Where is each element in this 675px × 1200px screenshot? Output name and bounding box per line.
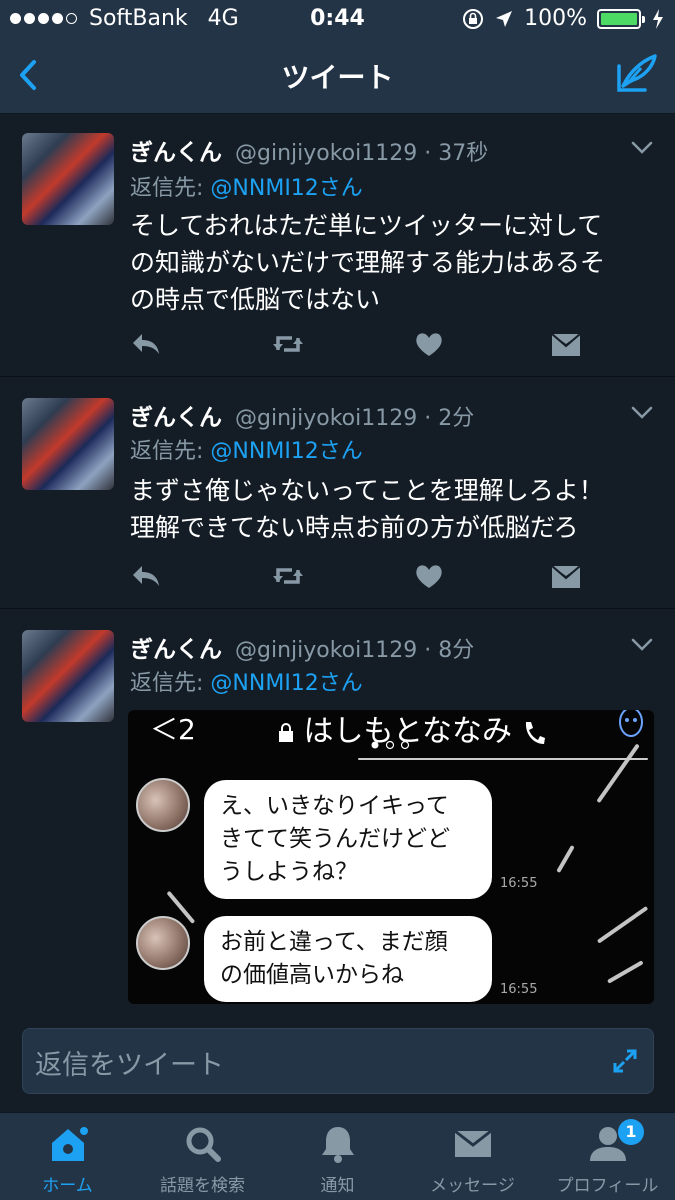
tweet-text-line: 理解できてない時点お前の方が低脳だろ (130, 513, 579, 542)
chat-line: の価値高いからね (220, 962, 404, 988)
tweet-text: まずさ俺じゃないってことを理解しろよ！ 理解できてない時点お前の方が低脳だろ (130, 472, 650, 546)
lock-icon (279, 722, 293, 742)
status-right-group: 100% (462, 6, 665, 31)
tab-label: プロフィール (556, 1176, 659, 1196)
chat-time: 16:55 (500, 982, 538, 997)
direct-message-icon[interactable] (550, 562, 582, 590)
decorative-streak (596, 743, 640, 804)
reply-to: 返信先: @NNMI12さん (130, 433, 363, 465)
handle-time: @ginjiyokoi1129 · 8分 (235, 638, 475, 663)
reply-input[interactable]: 返信をツイート (22, 1028, 654, 1094)
compose-tweet-icon[interactable] (615, 52, 659, 96)
navigation-bar: ツイート (0, 38, 675, 114)
status-bar: SoftBank 4G 0:44 100% (0, 0, 675, 38)
tab-label: 話題を検索 (160, 1176, 245, 1196)
retweet-icon[interactable] (270, 330, 306, 358)
notification-badge: 1 (618, 1119, 644, 1145)
tab-bar: ホーム 話題を検索 通知 メッセージ 1 プロフィール (0, 1112, 675, 1200)
orientation-lock-icon (463, 8, 484, 29)
display-name[interactable]: ぎんくん (130, 637, 222, 663)
chat-bubble: お前と違って、まだ顔 の価値高いからね (204, 916, 492, 1002)
avatar[interactable] (22, 398, 114, 490)
chat-avatar (136, 916, 190, 970)
tweet-text-line: の時点で低脳ではない (130, 285, 381, 314)
reply-placeholder: 返信をツイート (35, 1050, 224, 1081)
search-icon (186, 1127, 221, 1162)
like-icon[interactable] (413, 562, 445, 590)
tweet-header: ぎんくん @ginjiyokoi1129 · 8分 (130, 630, 474, 664)
like-icon[interactable] (413, 330, 445, 358)
chevron-down-icon[interactable] (631, 638, 653, 652)
home-icon (51, 1127, 88, 1161)
chat-divider (358, 758, 648, 760)
chat-avatar (136, 778, 190, 832)
tab-label: メッセージ (430, 1176, 515, 1196)
chat-line: え、いきなりイキって (220, 793, 449, 819)
tab-profile[interactable]: 1 プロフィール (540, 1113, 675, 1200)
retweet-icon[interactable] (270, 562, 306, 590)
tab-home[interactable]: ホーム (0, 1113, 135, 1200)
tweet-text-line: まずさ俺じゃないってことを理解しろよ！ (130, 476, 604, 505)
tweet-actions (130, 562, 600, 592)
chat-line: うしようね？ (220, 859, 358, 885)
decorative-streak (607, 960, 644, 984)
battery-icon (597, 8, 645, 29)
avatar[interactable] (22, 630, 114, 722)
chat-bubble: え、いきなりイキって きてて笑うんだけどど うしようね？ (204, 780, 492, 899)
expand-icon[interactable] (611, 1047, 639, 1075)
tweet-actions (130, 330, 600, 360)
chat-time: 16:55 (500, 876, 538, 891)
decorative-streak (556, 845, 575, 873)
reply-to-handle[interactable]: @NNMI12さん (210, 176, 362, 201)
battery-percent: 100% (524, 6, 587, 31)
tab-label: ホーム (42, 1176, 93, 1196)
tweet-text-line: の知識がないだけで理解する能力はあるそ (130, 248, 606, 277)
tweet[interactable]: ぎんくん @ginjiyokoi1129 · 37秒 返信先: @NNMI12さ… (0, 115, 675, 377)
reply-icon[interactable] (130, 330, 162, 358)
tab-notifications[interactable]: 通知 (270, 1113, 405, 1200)
phone-icon (525, 721, 545, 744)
tweet-text-line: そしておれはただ単にツイッターに対して (130, 211, 603, 240)
tweet-media-image[interactable]: ＜2 はしもとななみ え、いきなりイキって きてて笑うんだけどど うしようね？ … (128, 710, 654, 1004)
bell-icon (321, 1127, 354, 1163)
tweet[interactable]: ぎんくん @ginjiyokoi1129 · 2分 返信先: @NNMI12さん… (0, 378, 675, 609)
page-dots-icon (371, 740, 410, 750)
display-name[interactable]: ぎんくん (130, 140, 222, 166)
charging-icon (653, 8, 663, 29)
avatar[interactable] (22, 133, 114, 225)
page-title: ツイート (281, 61, 394, 94)
tweet-text: そしておれはただ単にツイッターに対して の知識がないだけで理解する能力はあるそ … (130, 207, 650, 318)
chevron-down-icon[interactable] (631, 406, 653, 420)
reply-to-handle[interactable]: @NNMI12さん (210, 671, 362, 696)
envelope-icon (453, 1129, 492, 1157)
reply-to-prefix: 返信先: (130, 671, 204, 696)
direct-message-icon[interactable] (550, 330, 582, 358)
tab-search[interactable]: 話題を検索 (135, 1113, 270, 1200)
tweet-header: ぎんくん @ginjiyokoi1129 · 2分 (130, 398, 474, 432)
chevron-down-icon[interactable] (631, 141, 653, 155)
tab-messages[interactable]: メッセージ (405, 1113, 540, 1200)
tweet-header: ぎんくん @ginjiyokoi1129 · 37秒 (130, 133, 488, 167)
handle-time: @ginjiyokoi1129 · 2分 (235, 406, 475, 431)
bear-mascot-icon (619, 710, 643, 737)
location-icon (496, 10, 513, 27)
display-name[interactable]: ぎんくん (130, 405, 222, 431)
reply-icon[interactable] (130, 562, 162, 590)
reply-to: 返信先: @NNMI12さん (130, 170, 363, 202)
chat-line: お前と違って、まだ顔 (220, 929, 448, 955)
tab-label: 通知 (320, 1176, 355, 1196)
reply-to: 返信先: @NNMI12さん (130, 665, 363, 697)
decorative-streak (596, 905, 649, 944)
reply-to-handle[interactable]: @NNMI12さん (210, 439, 362, 464)
reply-to-prefix: 返信先: (130, 176, 204, 201)
reply-to-prefix: 返信先: (130, 439, 204, 464)
handle-time: @ginjiyokoi1129 · 37秒 (235, 141, 489, 166)
chat-back: ＜2 (150, 713, 196, 746)
chat-line: きてて笑うんだけどど (220, 826, 450, 852)
